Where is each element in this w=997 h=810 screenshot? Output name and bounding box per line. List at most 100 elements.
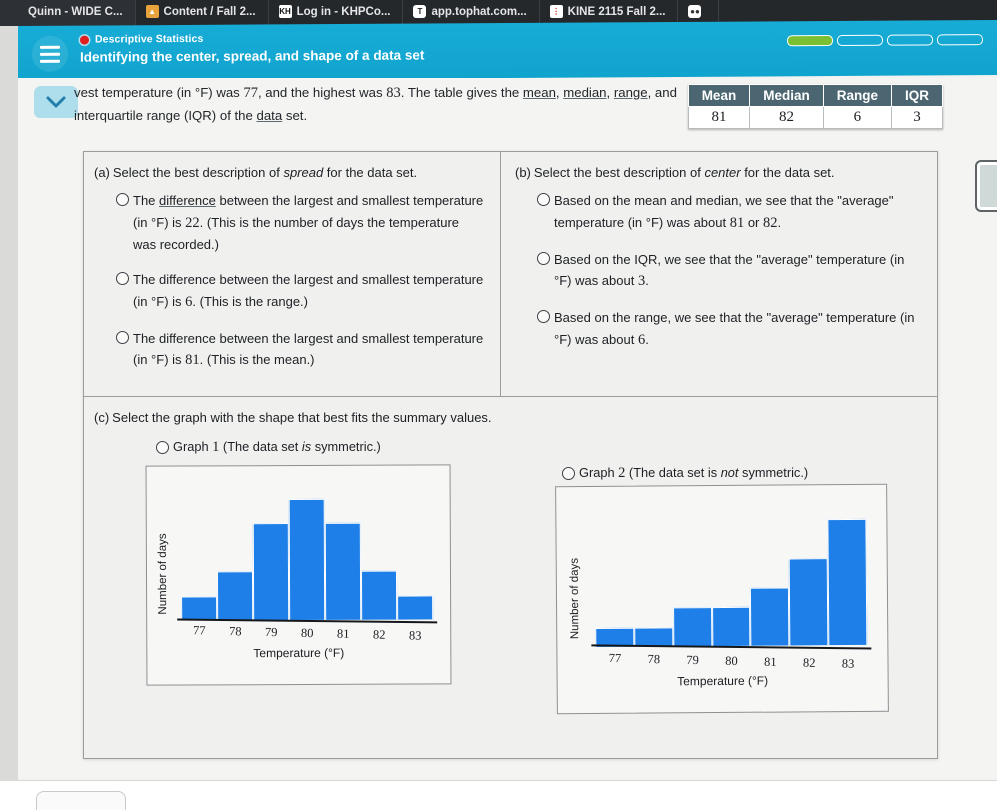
part-a-option-2-text: The difference between the largest and s… xyxy=(133,270,484,313)
radio-button[interactable] xyxy=(116,330,129,344)
x-tick-label: 79 xyxy=(686,653,700,668)
opt-tail: . xyxy=(645,273,649,289)
part-a-prompt-post: for the data set. xyxy=(323,165,418,180)
graph-1-chart: Number of days 77 78 79 80 81 82 83 Temperatur… xyxy=(147,466,451,685)
histogram-bar xyxy=(288,498,326,621)
part-b-prompt-pre: Select the best description of xyxy=(533,165,705,180)
graph-2-x-axis-label: Temperature (°F) xyxy=(677,673,769,689)
radio-button[interactable] xyxy=(537,193,550,207)
part-b-letter: (b) xyxy=(515,165,531,180)
part-c-letter: (c) xyxy=(94,410,110,425)
tophat-favicon-icon: T xyxy=(413,5,427,18)
part-b-option-2[interactable]: Based on the IQR, we see that the "avera… xyxy=(537,250,921,293)
table-row: 81 82 6 3 xyxy=(687,106,944,129)
browser-tab-2[interactable]: KH Log in - KHPCo... xyxy=(269,0,404,26)
opt-pre: Graph xyxy=(579,465,619,481)
answer-panel: (a) Select the best description of spread… xyxy=(83,151,938,759)
browser-tab-label: app.tophat.com... xyxy=(431,5,527,18)
app-header: Descriptive Statistics Identifying the c… xyxy=(18,20,997,81)
course-topic-label: Descriptive Statistics xyxy=(95,32,204,46)
stem-text-2: , and the highest was xyxy=(257,85,387,100)
part-b-prompt-post: for the data set. xyxy=(740,165,835,180)
radio-button[interactable] xyxy=(537,251,550,265)
part-b-option-1[interactable]: Based on the mean and median, we see tha… xyxy=(537,191,921,234)
part-b-section: (b) Select the best description of center… xyxy=(501,152,937,396)
browser-tab-label: KINE 2115 Fall 2... xyxy=(567,5,666,18)
canvas-favicon-icon: ▲ xyxy=(145,5,159,18)
stem-text-1: vest temperature (in °F) was xyxy=(74,85,244,100)
browser-tab-1[interactable]: ▲ Content / Fall 2... xyxy=(136,0,269,26)
x-tick-label: 82 xyxy=(802,655,816,671)
x-tick-label: 81 xyxy=(763,654,777,670)
edge-cropped-button[interactable] xyxy=(975,160,997,212)
graph-2-bars xyxy=(594,505,868,648)
glossary-link-data[interactable]: data xyxy=(257,108,283,123)
part-c-section: (c) Select the graph with the shape that … xyxy=(84,397,937,759)
table-header-row: Mean Median Range IQR xyxy=(687,84,944,107)
left-gutter xyxy=(0,26,18,786)
cell-mean: 81 xyxy=(687,106,751,129)
opt-value: 81 xyxy=(185,352,200,369)
cell-range: 6 xyxy=(822,106,892,129)
cell-iqr: 3 xyxy=(890,106,944,129)
radio-button[interactable] xyxy=(537,310,550,324)
glossary-link-mean[interactable]: mean xyxy=(523,85,556,100)
page-title: Identifying the center, spread, and shap… xyxy=(80,47,425,65)
x-tick-label: 78 xyxy=(228,624,242,639)
progress-pip-1 xyxy=(787,35,833,47)
x-tick-label: 81 xyxy=(336,626,350,642)
histogram-bar xyxy=(324,522,362,621)
stem-lowest-value: 77 xyxy=(243,85,258,101)
graph-1-figure[interactable]: Number of days 77 78 79 80 81 82 83 Temperatur… xyxy=(145,464,452,686)
part-c-option-graph1[interactable]: Graph 1 (The data set is symmetric.) xyxy=(156,439,381,456)
quinn-favicon-icon xyxy=(10,5,23,18)
stem-comma-2: , xyxy=(606,85,611,100)
glossary-link-range[interactable]: range xyxy=(614,85,648,100)
opt-post: symmetric.) xyxy=(738,465,809,481)
screen-root: Quinn - WIDE C... ▲ Content / Fall 2... … xyxy=(0,0,997,810)
progress-pip-4 xyxy=(937,34,983,46)
histogram-bar xyxy=(397,595,434,620)
glossary-link-difference[interactable]: difference xyxy=(159,193,216,208)
part-c-option-graph2[interactable]: Graph 2 (The data set is not symmetric.) xyxy=(562,465,808,482)
radio-button[interactable] xyxy=(156,441,169,455)
part-a-option-3[interactable]: The difference between the largest and s… xyxy=(116,329,484,372)
part-b-prompt-emphasis: center xyxy=(704,165,741,180)
radio-button[interactable] xyxy=(116,272,129,286)
opt-value2: 82 xyxy=(763,214,778,231)
graph-2-x-tick-labels: 77 78 79 80 81 82 83 xyxy=(595,651,867,672)
graph-2-chart: Number of days 77 78 79 80 81 82 83 Temperatur… xyxy=(556,485,888,714)
column-header-median: Median xyxy=(749,84,824,107)
opt-value: 81 xyxy=(729,214,745,231)
x-tick-label: 82 xyxy=(372,627,386,642)
chevron-down-icon[interactable] xyxy=(34,86,78,118)
histogram-bar xyxy=(788,557,829,646)
opt-tail: . xyxy=(645,331,649,347)
part-a-prompt: (a) Select the best description of spread… xyxy=(94,164,484,182)
part-c-option-1-text: Graph 1 (The data set is symmetric.) xyxy=(173,439,381,456)
part-b-option-3[interactable]: Based on the range, we see that the "ave… xyxy=(537,308,921,351)
part-a-option-1-text: The difference between the largest and s… xyxy=(133,191,484,255)
browser-tab-label: Log in - KHPCo... xyxy=(296,5,391,18)
browser-tab-0[interactable]: Quinn - WIDE C... xyxy=(0,0,136,26)
histogram-bar xyxy=(181,596,218,621)
part-a-option-2[interactable]: The difference between the largest and s… xyxy=(116,270,484,313)
hamburger-menu-icon[interactable] xyxy=(32,35,68,72)
radio-button[interactable] xyxy=(562,467,575,481)
part-c-prompt: (c) Select the graph with the shape that … xyxy=(94,409,921,427)
question-body: vest temperature (in °F) was 77, and the… xyxy=(18,78,997,778)
opt-tail: . (This is the range.) xyxy=(192,293,308,309)
part-a-prompt-pre: Select the best description of xyxy=(112,165,284,180)
glossary-link-median[interactable]: median xyxy=(563,85,606,100)
progress-indicator xyxy=(787,34,983,47)
opt-post: symmetric.) xyxy=(311,439,381,455)
part-a-option-1[interactable]: The difference between the largest and s… xyxy=(116,191,484,255)
part-c-prompt-text: Select the graph with the shape that bes… xyxy=(112,410,492,425)
graph-2-figure[interactable]: Number of days 77 78 79 80 81 82 83 Temperatur… xyxy=(555,483,889,715)
graph-1-x-tick-labels: 77 78 79 80 81 82 83 xyxy=(181,623,433,644)
histogram-bar xyxy=(360,571,398,620)
radio-button[interactable] xyxy=(116,193,129,207)
opt-mid: (The data set xyxy=(219,439,302,455)
record-dot-icon xyxy=(80,35,89,45)
histogram-bar xyxy=(216,571,254,621)
